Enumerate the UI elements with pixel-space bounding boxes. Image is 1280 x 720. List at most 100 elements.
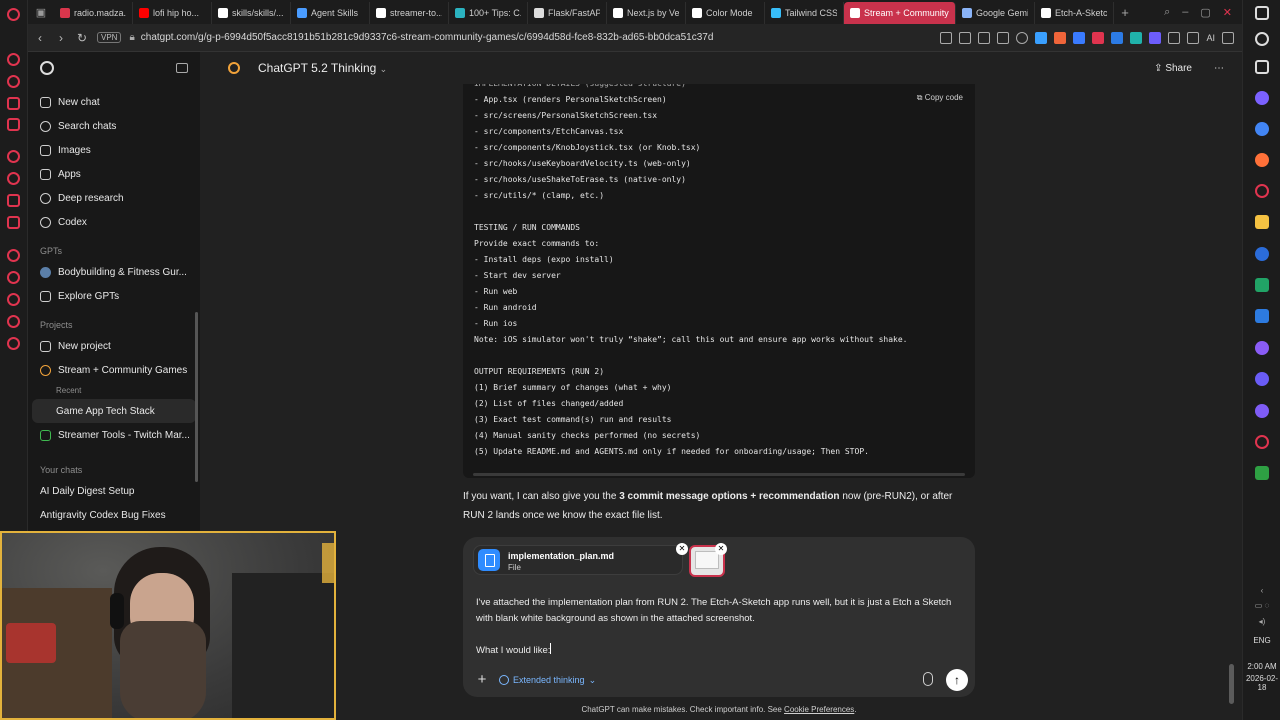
sidebar-app-icon[interactable] (7, 216, 20, 229)
sidebar-app-icon[interactable] (7, 118, 20, 131)
sidebar-item-new-chat[interactable]: New chat (28, 90, 200, 114)
sidebar-item-images[interactable]: Images (28, 138, 200, 162)
opera-logo-icon[interactable] (7, 8, 20, 21)
browser-tab[interactable]: Google Gemi... (956, 2, 1035, 24)
lock-icon[interactable]: 🔒︎ (129, 32, 134, 43)
extension-icon[interactable] (1073, 31, 1086, 44)
maps-icon[interactable] (1255, 247, 1269, 261)
browser-tab[interactable]: skills/skills/... (212, 2, 291, 24)
sidebar-app-icon[interactable] (7, 172, 20, 185)
browser-tab[interactable]: Tailwind CSS (765, 2, 844, 24)
microphone-icon[interactable] (923, 672, 933, 686)
heart-icon[interactable] (1016, 31, 1029, 44)
sidebar-app-icon[interactable] (7, 271, 20, 284)
forward-icon[interactable]: › (52, 31, 70, 45)
sidebar-item-new-project[interactable]: New project (28, 334, 200, 358)
sidebar-app-icon[interactable] (7, 249, 20, 262)
sidebar-app-icon[interactable] (7, 150, 20, 163)
settings-icon[interactable] (7, 337, 20, 350)
chrome-icon[interactable] (1255, 122, 1269, 136)
tab-overview-icon[interactable] (1255, 60, 1269, 74)
sidebar-app-icon[interactable] (7, 315, 20, 328)
remove-image-icon[interactable]: ✕ (715, 543, 727, 555)
close-sidebar-icon[interactable] (176, 63, 188, 73)
reader-icon[interactable] (940, 31, 953, 44)
ai-button[interactable]: AI (1206, 33, 1215, 43)
sidebar-item-search-chats[interactable]: Search chats (28, 114, 200, 138)
browser-tab[interactable]: streamer-to... (370, 2, 449, 24)
play-icon[interactable] (997, 31, 1010, 44)
url-field[interactable]: chatgpt.com/g/g-p-6994d50f5acc8191b51b28… (141, 32, 714, 43)
browser-tab[interactable]: Color Mode (686, 2, 765, 24)
menu-icon[interactable] (1222, 31, 1234, 44)
send-button[interactable]: ↑ (946, 669, 968, 691)
sidebar-item-gpt[interactable]: Bodybuilding & Fitness Gur... (28, 260, 200, 284)
browser-tab[interactable]: Etch-A-Sketc... (1035, 2, 1114, 24)
sidebar-item-explore-gpts[interactable]: Explore GPTs (28, 284, 200, 308)
app-icon[interactable] (1255, 466, 1269, 480)
tray-icons[interactable]: ▭ ◌ (1243, 601, 1280, 610)
screenshot-attachment-thumbnail[interactable]: ✕ (689, 543, 727, 577)
browser-tab[interactable]: Stream + Community G... (844, 2, 956, 24)
sidebar-item-chat[interactable]: Antigravity Codex Bug Fixes (28, 503, 200, 527)
volume-icon[interactable]: ◂) (1243, 617, 1280, 626)
back-icon[interactable]: ‹ (31, 31, 49, 45)
browser-tab[interactable]: lofi hip ho... (133, 2, 212, 24)
browser-tab[interactable]: radio.madza... (54, 2, 133, 24)
app-icon[interactable] (1255, 372, 1269, 386)
sidebar-app-icon[interactable] (7, 53, 20, 66)
project-globe-icon[interactable] (228, 62, 240, 74)
cookie-preferences-link[interactable]: Cookie Preferences (784, 705, 854, 714)
app-icon[interactable] (1255, 435, 1269, 449)
sidebar-item-project[interactable]: Streamer Tools - Twitch Mar... (28, 423, 200, 447)
profile-extension-icon[interactable] (1149, 31, 1162, 44)
extension-icon[interactable] (1130, 31, 1143, 44)
attachment-card[interactable]: implementation_plan.md File ✕ (473, 543, 688, 575)
reload-icon[interactable]: ↻ (73, 31, 91, 45)
browser-tab[interactable]: Next.js by Ve... (607, 2, 686, 24)
sidebar-scrollbar[interactable] (195, 312, 198, 482)
clock-time[interactable]: 2:00 AM (1243, 662, 1280, 671)
sidebar-item-apps[interactable]: Apps (28, 162, 200, 186)
app-icon[interactable] (1255, 404, 1269, 418)
app-icon[interactable] (1255, 341, 1269, 355)
extended-thinking-toggle[interactable]: Extended thinking ⌄ (499, 672, 596, 688)
prompt-input[interactable]: I've attached the implementation plan fr… (476, 595, 960, 659)
download-icon[interactable] (1187, 31, 1200, 44)
browser-tab[interactable]: Agent Skills (291, 2, 370, 24)
folder-icon[interactable] (1255, 215, 1269, 229)
new-tab-button[interactable]: + (1114, 5, 1136, 20)
sidebar-item-chat[interactable]: AI Daily Digest Setup (28, 479, 200, 503)
main-scrollbar[interactable] (1229, 86, 1234, 706)
remove-attachment-icon[interactable]: ✕ (676, 543, 688, 555)
copy-code-button[interactable]: ⧉ Copy code (917, 93, 963, 103)
extension-icon[interactable] (1092, 31, 1105, 44)
chevron-left-icon[interactable]: ‹ (1243, 586, 1280, 595)
extension-icon[interactable] (1035, 31, 1048, 44)
bookmark-icon[interactable] (959, 31, 972, 44)
add-attachment-button[interactable]: + (473, 671, 491, 689)
code-horizontal-scrollbar[interactable] (467, 472, 971, 478)
minimize-icon[interactable]: – (1182, 6, 1188, 18)
more-options-icon[interactable]: ⋯ (1214, 63, 1224, 74)
maximize-icon[interactable]: ▢ (1200, 6, 1210, 19)
app-icon[interactable] (1255, 309, 1269, 323)
extension-icon[interactable] (1111, 31, 1124, 44)
sidebar-app-icon[interactable] (7, 75, 20, 88)
model-selector[interactable]: ChatGPT 5.2 Thinking ⌄ (258, 61, 387, 75)
sidebar-item-recent-chat[interactable]: Game App Tech Stack (32, 399, 196, 423)
x-icon[interactable] (7, 194, 20, 207)
extension-icon[interactable] (1054, 31, 1067, 44)
sidebar-item-deep-research[interactable]: Deep research (28, 186, 200, 210)
vpn-badge[interactable]: VPN (97, 32, 122, 43)
sheets-icon[interactable] (1255, 278, 1269, 292)
sidebar-toggle-icon[interactable] (1255, 6, 1269, 20)
sidebar-app-icon[interactable] (7, 97, 20, 110)
search-icon[interactable] (1255, 32, 1269, 46)
opera-icon[interactable] (1255, 184, 1269, 198)
sidebar-app-icon[interactable] (7, 293, 20, 306)
language-indicator[interactable]: ENG (1243, 636, 1280, 645)
browser-tab[interactable]: 100+ Tips: C... (449, 2, 528, 24)
copilot-icon[interactable] (1255, 91, 1269, 105)
shield-icon[interactable] (978, 31, 991, 44)
